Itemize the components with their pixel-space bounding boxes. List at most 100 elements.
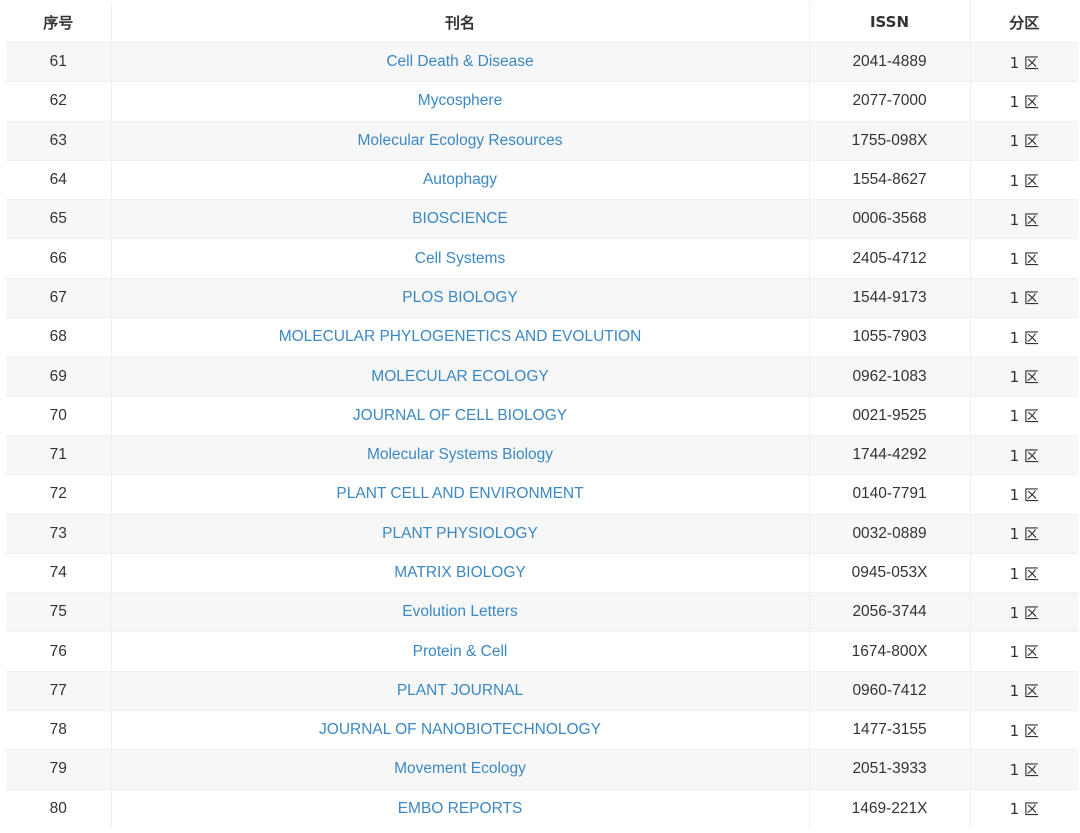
row-issn: 1477-3155 bbox=[809, 710, 971, 750]
row-issn: 1554-8627 bbox=[809, 159, 971, 200]
row-zone: 1 区 bbox=[970, 788, 1078, 828]
journal-link[interactable]: Autophagy bbox=[423, 171, 497, 188]
row-zone: 1 区 bbox=[970, 474, 1078, 515]
table-row: 61 Cell Death & Disease 2041-4889 1 区 bbox=[6, 41, 1078, 82]
table-row: 76 Protein & Cell 1674-800X 1 区 bbox=[6, 631, 1078, 672]
row-issn: 2405-4712 bbox=[809, 238, 971, 279]
row-issn: 0960-7412 bbox=[809, 670, 971, 711]
row-index: 67 bbox=[6, 277, 112, 318]
row-issn: 0962-1083 bbox=[809, 356, 971, 397]
row-name-cell: PLANT PHYSIOLOGY bbox=[111, 513, 810, 554]
row-index: 64 bbox=[6, 159, 112, 200]
journal-link[interactable]: EMBO REPORTS bbox=[398, 800, 523, 817]
row-name-cell: JOURNAL OF CELL BIOLOGY bbox=[111, 395, 810, 436]
header-issn: ISSN bbox=[809, 2, 971, 43]
row-zone: 1 区 bbox=[970, 710, 1078, 750]
row-index: 61 bbox=[6, 41, 112, 82]
journal-link[interactable]: PLANT CELL AND ENVIRONMENT bbox=[336, 485, 583, 502]
row-index: 70 bbox=[6, 395, 112, 436]
journal-link[interactable]: PLANT JOURNAL bbox=[397, 682, 523, 699]
row-name-cell: Evolution Letters bbox=[111, 592, 810, 632]
journal-link[interactable]: Cell Systems bbox=[415, 250, 505, 267]
row-name-cell: PLANT CELL AND ENVIRONMENT bbox=[111, 474, 810, 515]
table-row: 68 MOLECULAR PHYLOGENETICS AND EVOLUTION 1… bbox=[6, 317, 1078, 357]
journal-link[interactable]: PLANT PHYSIOLOGY bbox=[382, 525, 538, 542]
row-index: 77 bbox=[6, 670, 112, 711]
row-name-cell: MOLECULAR ECOLOGY bbox=[111, 356, 810, 397]
row-name-cell: Movement Ecology bbox=[111, 749, 810, 790]
row-zone: 1 区 bbox=[970, 513, 1078, 554]
row-issn: 2077-7000 bbox=[809, 81, 971, 122]
row-zone: 1 区 bbox=[970, 552, 1078, 593]
table-row: 72 PLANT CELL AND ENVIRONMENT 0140-7791 1 区 bbox=[6, 474, 1078, 515]
row-zone: 1 区 bbox=[970, 356, 1078, 397]
row-name-cell: Mycosphere bbox=[111, 81, 810, 122]
journal-link[interactable]: Cell Death & Disease bbox=[386, 53, 533, 70]
journal-table-container: 序号 刊名 ISSN 分区 61 Cell Death & Disease 2041… bbox=[6, 2, 1078, 828]
journal-link[interactable]: MOLECULAR PHYLOGENETICS AND EVOLUTION bbox=[279, 328, 642, 345]
journal-link[interactable]: PLOS BIOLOGY bbox=[402, 289, 517, 306]
row-issn: 0945-053X bbox=[809, 552, 971, 593]
row-name-cell: EMBO REPORTS bbox=[111, 788, 810, 828]
header-index: 序号 bbox=[6, 2, 112, 43]
row-zone: 1 区 bbox=[970, 238, 1078, 279]
row-index: 69 bbox=[6, 356, 112, 397]
row-issn: 1544-9173 bbox=[809, 277, 971, 318]
header-name: 刊名 bbox=[111, 2, 810, 43]
row-zone: 1 区 bbox=[970, 631, 1078, 672]
table-row: 74 MATRIX BIOLOGY 0945-053X 1 区 bbox=[6, 552, 1078, 593]
row-issn: 0032-0889 bbox=[809, 513, 971, 554]
row-zone: 1 区 bbox=[970, 434, 1078, 475]
row-issn: 2041-4889 bbox=[809, 41, 971, 82]
table-row: 66 Cell Systems 2405-4712 1 区 bbox=[6, 238, 1078, 279]
row-name-cell: BIOSCIENCE bbox=[111, 199, 810, 239]
row-issn: 1744-4292 bbox=[809, 434, 971, 475]
row-issn: 0006-3568 bbox=[809, 199, 971, 239]
row-name-cell: MATRIX BIOLOGY bbox=[111, 552, 810, 593]
row-zone: 1 区 bbox=[970, 41, 1078, 82]
row-zone: 1 区 bbox=[970, 592, 1078, 632]
row-zone: 1 区 bbox=[970, 395, 1078, 436]
table-row: 70 JOURNAL OF CELL BIOLOGY 0021-9525 1 区 bbox=[6, 395, 1078, 436]
row-zone: 1 区 bbox=[970, 159, 1078, 200]
table-row: 75 Evolution Letters 2056-3744 1 区 bbox=[6, 592, 1078, 632]
journal-link[interactable]: Movement Ecology bbox=[394, 760, 526, 777]
row-index: 68 bbox=[6, 317, 112, 357]
row-zone: 1 区 bbox=[970, 120, 1078, 161]
row-issn: 1469-221X bbox=[809, 788, 971, 828]
row-name-cell: JOURNAL OF NANOBIOTECHNOLOGY bbox=[111, 710, 810, 750]
table-row: 62 Mycosphere 2077-7000 1 区 bbox=[6, 81, 1078, 122]
journal-link[interactable]: BIOSCIENCE bbox=[412, 210, 508, 227]
row-name-cell: Autophagy bbox=[111, 159, 810, 200]
journal-link[interactable]: JOURNAL OF NANOBIOTECHNOLOGY bbox=[319, 721, 601, 738]
row-index: 66 bbox=[6, 238, 112, 279]
table-row: 63 Molecular Ecology Resources 1755-098X 1 … bbox=[6, 120, 1078, 161]
row-issn: 0140-7791 bbox=[809, 474, 971, 515]
table-row: 69 MOLECULAR ECOLOGY 0962-1083 1 区 bbox=[6, 356, 1078, 397]
journal-link[interactable]: Protein & Cell bbox=[413, 643, 508, 660]
journal-link[interactable]: Molecular Ecology Resources bbox=[357, 132, 562, 149]
row-zone: 1 区 bbox=[970, 749, 1078, 790]
row-name-cell: Molecular Ecology Resources bbox=[111, 120, 810, 161]
table-row: 67 PLOS BIOLOGY 1544-9173 1 区 bbox=[6, 277, 1078, 318]
journal-link[interactable]: MATRIX BIOLOGY bbox=[394, 564, 526, 581]
row-index: 75 bbox=[6, 592, 112, 632]
row-issn: 2056-3744 bbox=[809, 592, 971, 632]
table-row: 77 PLANT JOURNAL 0960-7412 1 区 bbox=[6, 670, 1078, 711]
row-issn: 0021-9525 bbox=[809, 395, 971, 436]
row-zone: 1 区 bbox=[970, 81, 1078, 122]
row-zone: 1 区 bbox=[970, 670, 1078, 711]
journal-link[interactable]: Evolution Letters bbox=[402, 603, 517, 620]
row-zone: 1 区 bbox=[970, 317, 1078, 357]
table-row: 65 BIOSCIENCE 0006-3568 1 区 bbox=[6, 199, 1078, 239]
journal-link[interactable]: Molecular Systems Biology bbox=[367, 446, 553, 463]
header-row: 序号 刊名 ISSN 分区 bbox=[6, 2, 1078, 43]
table-row: 64 Autophagy 1554-8627 1 区 bbox=[6, 159, 1078, 200]
header-zone: 分区 bbox=[970, 2, 1078, 43]
row-index: 78 bbox=[6, 710, 112, 750]
row-index: 76 bbox=[6, 631, 112, 672]
row-name-cell: Molecular Systems Biology bbox=[111, 434, 810, 475]
journal-link[interactable]: Mycosphere bbox=[418, 92, 502, 109]
journal-link[interactable]: JOURNAL OF CELL BIOLOGY bbox=[353, 407, 567, 424]
journal-link[interactable]: MOLECULAR ECOLOGY bbox=[371, 368, 548, 385]
